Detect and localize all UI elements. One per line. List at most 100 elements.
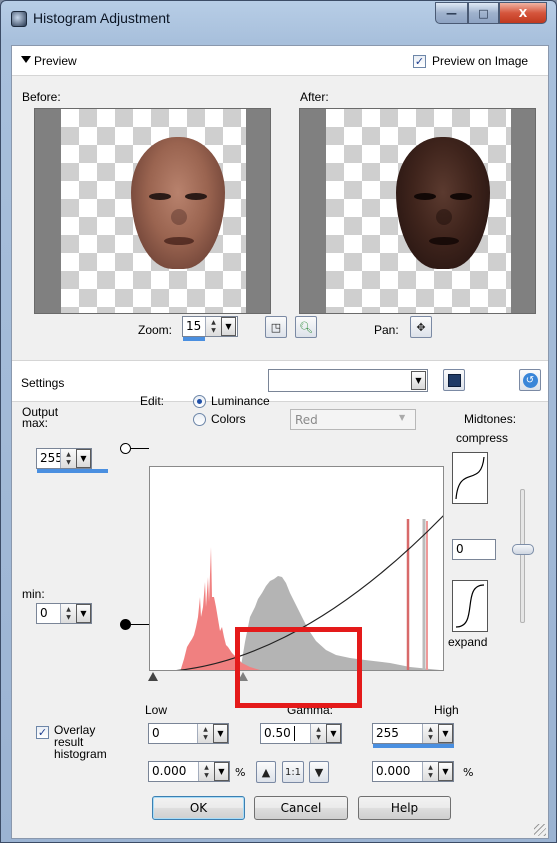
midtones-slider-track[interactable] bbox=[520, 489, 525, 623]
output-min-value[interactable]: 0 bbox=[40, 606, 48, 620]
spin-arrows-icon[interactable]: ▲ ▼ bbox=[198, 762, 214, 781]
output-max-spinner[interactable]: 255 ▲ ▼ ▼ bbox=[36, 448, 92, 469]
magnifier-icon: 🔍︎ bbox=[299, 320, 313, 334]
ok-button[interactable]: OK bbox=[152, 796, 245, 820]
chevron-down-icon: ▼ bbox=[330, 729, 337, 738]
spin-arrows-icon[interactable]: ▲ ▼ bbox=[310, 724, 326, 743]
zoom-dropdown-button[interactable]: ▼ bbox=[221, 317, 236, 336]
maximize-button[interactable]: □ bbox=[468, 2, 499, 24]
output-min-spinner[interactable]: 0 ▲ ▼ ▼ bbox=[36, 603, 92, 624]
cancel-button[interactable]: Cancel bbox=[254, 796, 348, 820]
preview-on-image-checkbox[interactable]: ✓ bbox=[413, 55, 426, 68]
preview-header-label[interactable]: Preview bbox=[34, 54, 77, 68]
overlay-label[interactable]: Overlay result histogram bbox=[54, 724, 107, 760]
luminance-radio[interactable] bbox=[193, 395, 206, 408]
spin-arrows-icon[interactable]: ▲ ▼ bbox=[422, 762, 438, 781]
collapse-arrow-icon[interactable] bbox=[21, 56, 31, 63]
chevron-down-icon: ▼ bbox=[415, 376, 422, 385]
low-percent-value[interactable]: 0.000 bbox=[152, 764, 186, 778]
midtones-slider-thumb[interactable] bbox=[512, 544, 534, 555]
app-icon bbox=[11, 11, 27, 27]
chevron-down-icon: ▼ bbox=[225, 322, 232, 331]
channel-dropdown[interactable]: Red ▼ bbox=[290, 409, 416, 430]
title-bar[interactable]: Histogram Adjustment — □ X bbox=[1, 1, 557, 45]
resize-grip-icon[interactable] bbox=[534, 824, 546, 836]
output-max-handle-line bbox=[131, 448, 149, 449]
pan-button[interactable]: ✥ bbox=[410, 316, 432, 338]
high-percent-value[interactable]: 0.000 bbox=[376, 764, 410, 778]
output-max-slider-track[interactable] bbox=[37, 469, 108, 473]
low-percent-spinner[interactable]: 0.000 ▲ ▼ ▼ bbox=[148, 761, 230, 782]
before-preview[interactable] bbox=[34, 108, 271, 314]
output-max-label: Output max: bbox=[22, 405, 59, 430]
pan-label: Pan: bbox=[374, 323, 399, 337]
high-label: High bbox=[434, 703, 459, 717]
minimize-button[interactable]: — bbox=[435, 2, 468, 24]
high-percent-spinner[interactable]: 0.000 ▲ ▼ ▼ bbox=[372, 761, 454, 782]
low-spinner[interactable]: 0 ▲ ▼ ▼ bbox=[148, 723, 229, 744]
transparency-checkerboard bbox=[326, 109, 511, 313]
luminance-label[interactable]: Luminance bbox=[211, 394, 270, 408]
compress-curve-button[interactable] bbox=[452, 452, 488, 504]
low-dropdown-button[interactable]: ▼ bbox=[213, 724, 228, 743]
midtones-expand-label: expand bbox=[448, 635, 488, 649]
high-value[interactable]: 255 bbox=[376, 726, 399, 740]
overlay-checkbox[interactable]: ✓ bbox=[36, 726, 49, 739]
window-title: Histogram Adjustment bbox=[33, 10, 170, 26]
settings-bar: Settings ▼ ↺ bbox=[12, 360, 548, 402]
output-min-dropdown-button[interactable]: ▼ bbox=[76, 604, 91, 623]
reset-arrow-icon: ↺ bbox=[522, 372, 538, 388]
spin-arrows-icon[interactable]: ▲ ▼ bbox=[422, 724, 438, 743]
help-button[interactable]: Help bbox=[358, 796, 451, 820]
zoom-value[interactable]: 15 bbox=[186, 319, 201, 333]
colors-label[interactable]: Colors bbox=[211, 412, 246, 426]
output-min-handle-line bbox=[131, 624, 149, 625]
zoom-slider-track[interactable] bbox=[183, 337, 205, 341]
decrease-gamma-button[interactable]: ▼ bbox=[309, 761, 329, 783]
gamma-dropdown-button[interactable]: ▼ bbox=[326, 724, 341, 743]
settings-label: Settings bbox=[21, 376, 65, 390]
zoom-spinner[interactable]: 15 ▲ ▼ ▼ bbox=[182, 316, 238, 337]
low-marker-icon[interactable] bbox=[148, 672, 158, 681]
gamma-spinner[interactable]: 0.50 ▲ ▼ ▼ bbox=[260, 723, 342, 744]
increase-gamma-button[interactable]: ▲ bbox=[256, 761, 276, 783]
gamma-value[interactable]: 0.50 bbox=[264, 726, 291, 740]
text-caret bbox=[294, 726, 295, 741]
close-button[interactable]: X bbox=[499, 2, 547, 24]
low-percent-symbol: % bbox=[235, 766, 246, 779]
expand-curve-icon bbox=[455, 584, 485, 628]
output-max-handle-icon[interactable] bbox=[120, 443, 131, 454]
high-slider-track[interactable] bbox=[373, 744, 454, 748]
spin-arrows-icon[interactable]: ▲ ▼ bbox=[60, 449, 76, 468]
low-value[interactable]: 0 bbox=[152, 726, 160, 740]
spin-arrows-icon[interactable]: ▲ ▼ bbox=[197, 724, 213, 743]
triangle-up-icon: ▲ bbox=[261, 765, 271, 779]
midtones-value[interactable]: 0 bbox=[456, 542, 464, 556]
preset-dropdown-button[interactable]: ▼ bbox=[411, 371, 426, 390]
output-min-handle-icon[interactable] bbox=[120, 619, 131, 630]
preset-dropdown[interactable]: ▼ bbox=[268, 369, 428, 392]
output-min-label: min: bbox=[22, 587, 45, 601]
colors-radio[interactable] bbox=[193, 413, 206, 426]
chevron-down-icon: ▼ bbox=[442, 729, 449, 738]
zoom-spin-arrows-icon[interactable]: ▲ ▼ bbox=[205, 317, 221, 336]
zoom-100-button[interactable]: 🔍︎ bbox=[295, 316, 317, 338]
expand-curve-button[interactable] bbox=[452, 580, 488, 632]
low-percent-dropdown-button[interactable]: ▼ bbox=[214, 762, 229, 781]
reset-button[interactable]: ↺ bbox=[519, 369, 541, 391]
save-preset-button[interactable] bbox=[443, 369, 465, 391]
low-label: Low bbox=[145, 703, 168, 717]
spin-arrows-icon[interactable]: ▲ ▼ bbox=[60, 604, 76, 623]
after-preview[interactable] bbox=[299, 108, 536, 314]
chevron-down-icon: ▼ bbox=[399, 413, 406, 422]
high-percent-dropdown-button[interactable]: ▼ bbox=[438, 762, 453, 781]
preview-on-image-label[interactable]: Preview on Image bbox=[432, 54, 528, 68]
one-to-one-button[interactable]: 1:1 bbox=[282, 761, 304, 783]
zoom-to-fit-button[interactable]: ◳ bbox=[265, 316, 287, 338]
output-max-dropdown-button[interactable]: ▼ bbox=[76, 449, 91, 468]
midtones-value-field[interactable]: 0 bbox=[452, 539, 496, 560]
before-face-image bbox=[131, 137, 225, 269]
high-dropdown-button[interactable]: ▼ bbox=[438, 724, 453, 743]
zoom-label: Zoom: bbox=[138, 323, 173, 337]
high-spinner[interactable]: 255 ▲ ▼ ▼ bbox=[372, 723, 454, 744]
